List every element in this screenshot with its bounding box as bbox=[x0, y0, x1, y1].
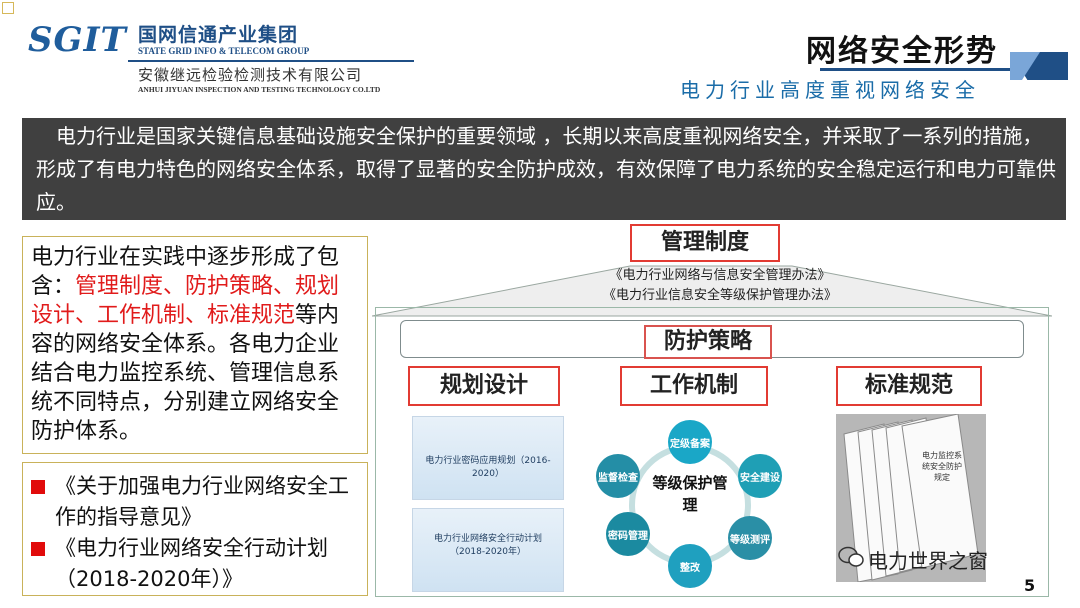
planning-box: 规划设计 bbox=[408, 366, 560, 406]
cycle-node: 安全建设 bbox=[738, 454, 782, 498]
logo-group-name-en: STATE GRID INFO & TELECOM GROUP bbox=[138, 46, 310, 56]
cycle-node: 密码管理 bbox=[606, 512, 650, 556]
wechat-icon bbox=[838, 546, 864, 567]
cycle-node: 监督检查 bbox=[596, 454, 640, 498]
action-plan-years: （2018-2020年） bbox=[449, 547, 527, 557]
summary-highlight: 管理制度、防护策略、规划设计、工作机制、标准规范 bbox=[31, 274, 340, 328]
logo-company-name: 安徽继远检验检测技术有限公司 bbox=[138, 66, 363, 84]
standards-doc-label: 电力监控系统安全防护规定 bbox=[922, 451, 962, 482]
summary-box: 电力行业在实践中逐步形成了包含：管理制度、防护策略、规划设计、工作机制、标准规范… bbox=[22, 236, 368, 454]
list-item: 《电力行业网络安全行动计划（2018-2020年）》 bbox=[27, 533, 361, 595]
page-number: 5 bbox=[1024, 576, 1036, 595]
corner-marker bbox=[2, 2, 14, 14]
standards-box: 标准规范 bbox=[836, 366, 982, 406]
action-plan-title: 电力行业网络安全行动计划 bbox=[433, 534, 542, 544]
bullet-square-icon bbox=[31, 542, 45, 556]
cycle-node: 等级测评 bbox=[728, 516, 772, 560]
cycle-center-label: 等级保护管理 bbox=[652, 474, 728, 514]
management-box: 管理制度 bbox=[630, 224, 780, 262]
logo-company-name-en: ANHUI JIYUAN INSPECTION AND TESTING TECH… bbox=[138, 85, 381, 94]
page-title: 网络安全形势 bbox=[806, 34, 998, 69]
list-item-text: 《电力行业网络安全行动计划（2018-2020年）》 bbox=[55, 536, 328, 591]
logo-mark: SGIT bbox=[28, 20, 127, 60]
list-item: 《关于加强电力行业网络安全工作的指导意见》 bbox=[27, 471, 361, 533]
list-item-text: 《关于加强电力行业网络安全工作的指导意见》 bbox=[55, 474, 349, 529]
regulation-1: 《电力行业网络与信息安全管理办法》 bbox=[609, 268, 831, 283]
action-plan-cover: 电力行业网络安全行动计划 （2018-2020年） bbox=[412, 508, 564, 592]
cycle-node: 定级备案 bbox=[668, 420, 712, 464]
plan-document-title: 电力行业密码应用规划（2016-2020） bbox=[425, 456, 551, 479]
company-logo: SGIT 国网信通产业集团 STATE GRID INFO & TELECOM … bbox=[28, 18, 418, 102]
regulation-2: 《电力行业信息安全等级保护管理办法》 bbox=[602, 288, 837, 303]
title-underline bbox=[820, 68, 1010, 71]
watermark-text: 电力世界之窗 bbox=[868, 549, 988, 573]
page-subtitle: 电力行业高度重视网络安全 bbox=[680, 78, 980, 102]
title-area: 网络安全形势 bbox=[780, 22, 1010, 74]
bullet-square-icon bbox=[31, 480, 45, 494]
policy-list: 《关于加强电力行业网络安全工作的指导意见》 《电力行业网络安全行动计划（2018… bbox=[22, 462, 368, 596]
logo-group-name: 国网信通产业集团 bbox=[138, 24, 299, 46]
protection-box: 防护策略 bbox=[644, 325, 772, 359]
mechanism-box: 工作机制 bbox=[620, 366, 768, 406]
grading-protection-cycle: 定级备案 安全建设 等级测评 整改 密码管理 监督检查 等级保护管理 bbox=[590, 420, 790, 590]
intro-banner: 电力行业是国家关键信息基础设施安全保护的重要领域 ，长期以来高度重视网络安全，并… bbox=[22, 118, 1066, 220]
plan-document-cover: 电力行业密码应用规划（2016-2020） bbox=[412, 416, 564, 500]
cycle-node: 整改 bbox=[668, 544, 712, 588]
logo-divider bbox=[128, 60, 414, 62]
